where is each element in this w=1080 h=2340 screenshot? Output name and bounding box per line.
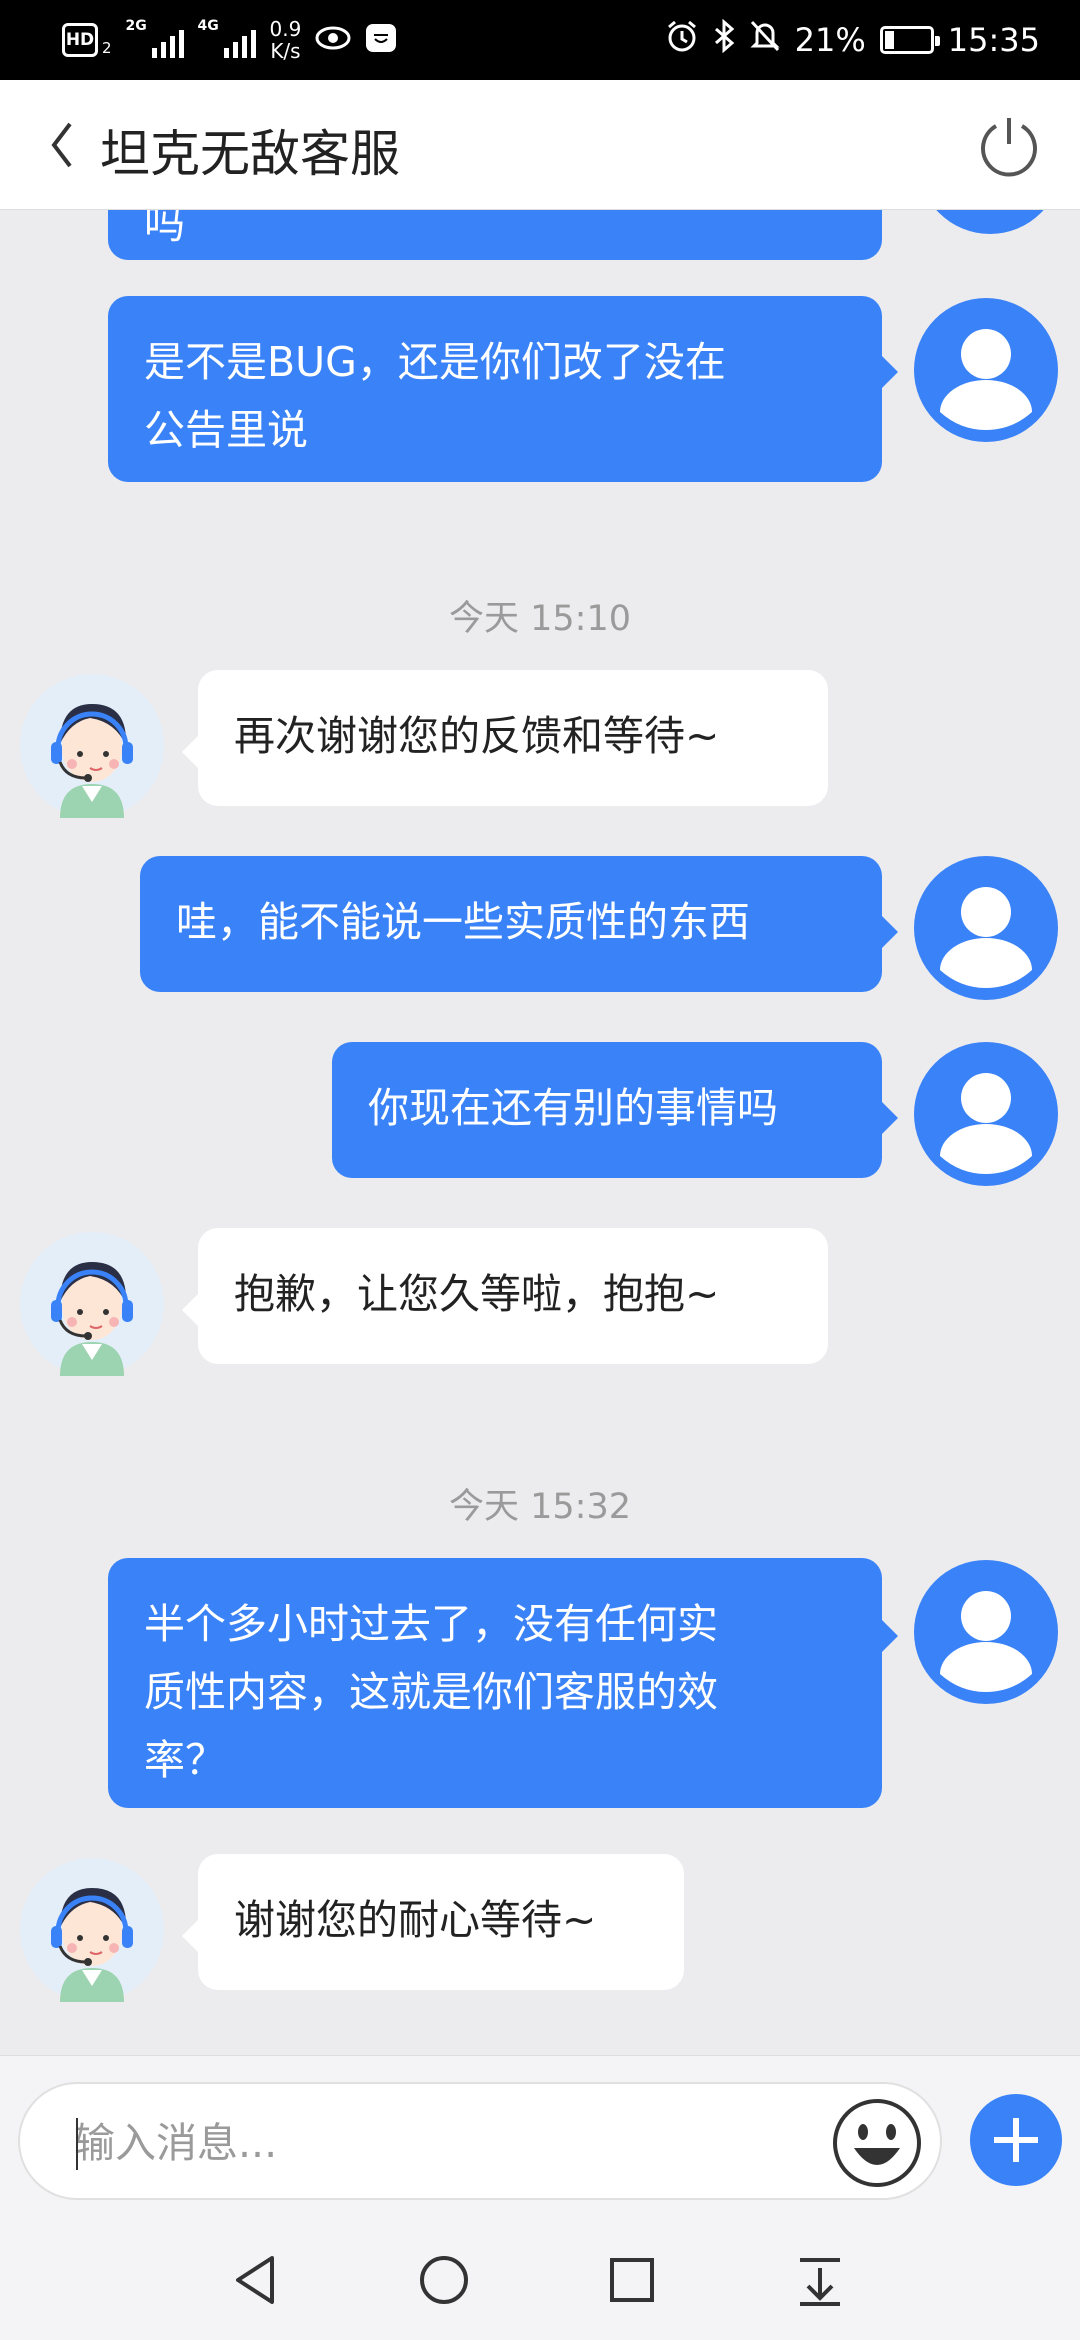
message-input-bar [0, 2055, 1080, 2220]
user-message-bubble[interactable]: 你现在还有别的事情吗 [332, 1042, 882, 1178]
emoji-icon [833, 2099, 921, 2187]
agent-avatar[interactable] [20, 1232, 164, 1376]
page-title: 坦克无敌客服 [100, 125, 400, 183]
signal-1-label: 2G [125, 18, 147, 34]
alarm-icon [665, 19, 699, 61]
clock-time: 15:35 [947, 21, 1040, 59]
message-text: 哇，能不能说一些实质性的东西 [176, 898, 750, 946]
agent-avatar-icon [20, 1858, 164, 2002]
status-bar: HD 2 2G 4G 0.9 K/s 21% 15:35 [0, 0, 1080, 80]
message-input[interactable] [74, 2108, 814, 2178]
agent-avatar-icon [20, 674, 164, 818]
system-nav-bar [0, 2220, 1080, 2340]
timestamp: 今天 15:32 [449, 1487, 631, 1527]
back-button[interactable] [36, 110, 86, 180]
emoji-button[interactable] [830, 2096, 924, 2190]
user-avatar[interactable] [914, 298, 1058, 442]
message-text: 抱歉，让您久等啦，抱抱~ [234, 1270, 720, 1318]
network-speed-value: 0.9 [269, 17, 302, 41]
nav-back-button[interactable] [226, 2250, 286, 2310]
hd-label: HD [65, 30, 95, 50]
signal-2-label: 4G [197, 18, 219, 34]
power-button[interactable] [974, 110, 1044, 180]
agent-avatar[interactable] [20, 1858, 164, 2002]
message-text: 吗 [144, 210, 185, 248]
network-speed-unit: K/s [270, 39, 301, 63]
home-circle-icon [420, 2256, 468, 2304]
battery-icon [879, 26, 940, 54]
battery-percent: 21% [794, 21, 866, 59]
timestamp: 今天 15:10 [449, 599, 631, 639]
hd-sub-label: 2 [102, 39, 112, 57]
eye-icon [315, 25, 351, 55]
user-avatar[interactable] [914, 1042, 1058, 1186]
back-arrow-icon [51, 122, 72, 168]
message-text-line: 公告里说 [144, 406, 308, 454]
recents-square-icon [610, 2258, 654, 2302]
bluetooth-icon [713, 18, 735, 61]
agent-message-bubble[interactable]: 再次谢谢您的反馈和等待~ [198, 670, 828, 806]
user-avatar[interactable] [914, 1560, 1058, 1704]
huawei-app-icon [365, 23, 397, 57]
nav-recents-button[interactable] [602, 2250, 662, 2310]
nav-home-button[interactable] [414, 2250, 474, 2310]
user-message-bubble[interactable]: 半个多小时过去了，没有任何实 质性内容，这就是你们客服的效 率？ [108, 1558, 882, 1808]
back-triangle-icon [236, 2256, 274, 2304]
text-caret [76, 2118, 78, 2170]
signal-strength-icon: 2G [126, 18, 184, 58]
user-message-bubble[interactable]: 吗 [108, 210, 882, 260]
agent-avatar-icon [20, 1232, 164, 1376]
user-avatar-icon [914, 1042, 1058, 1186]
network-speed: 0.9 K/s [270, 18, 302, 62]
add-attachment-button[interactable] [970, 2094, 1062, 2186]
power-icon [981, 118, 1037, 177]
message-text: 再次谢谢您的反馈和等待~ [234, 712, 720, 760]
signal-strength-icon-2: 4G [198, 18, 256, 58]
message-input-container[interactable] [18, 2082, 942, 2200]
user-message-bubble[interactable]: 哇，能不能说一些实质性的东西 [140, 856, 882, 992]
user-avatar-icon [914, 856, 1058, 1000]
user-avatar-icon [914, 298, 1058, 442]
mute-bell-icon [749, 19, 781, 61]
message-text: 你现在还有别的事情吗 [368, 1084, 778, 1132]
plus-icon [970, 2094, 1062, 2186]
user-avatar[interactable] [914, 856, 1058, 1000]
hd-voice-badge: HD [62, 23, 98, 57]
user-message-bubble[interactable]: 是不是BUG，还是你们改了没在 公告里说 [108, 296, 882, 482]
message-text-line: 率？ [144, 1736, 226, 1784]
user-avatar[interactable] [918, 210, 1062, 234]
user-avatar-icon [914, 1560, 1058, 1704]
message-text-line: 半个多小时过去了，没有任何实 [144, 1600, 718, 1648]
agent-avatar[interactable] [20, 674, 164, 818]
nav-notification-button[interactable] [790, 2250, 850, 2310]
agent-message-bubble[interactable]: 抱歉，让您久等啦，抱抱~ [198, 1228, 828, 1364]
chat-area[interactable]: 吗 是不是BUG，还是你们改了没在 公告里说 今天 15:10 再次谢谢您的反馈… [0, 210, 1080, 2055]
header-bar: 坦克无敌客服 [0, 80, 1080, 210]
notification-pulldown-icon [800, 2258, 840, 2306]
message-text-line: 质性内容，这就是你们客服的效 [144, 1668, 718, 1716]
message-text: 谢谢您的耐心等待~ [234, 1896, 597, 1944]
message-text-line: 是不是BUG，还是你们改了没在 [144, 338, 726, 386]
agent-message-bubble[interactable]: 谢谢您的耐心等待~ [198, 1854, 684, 1990]
